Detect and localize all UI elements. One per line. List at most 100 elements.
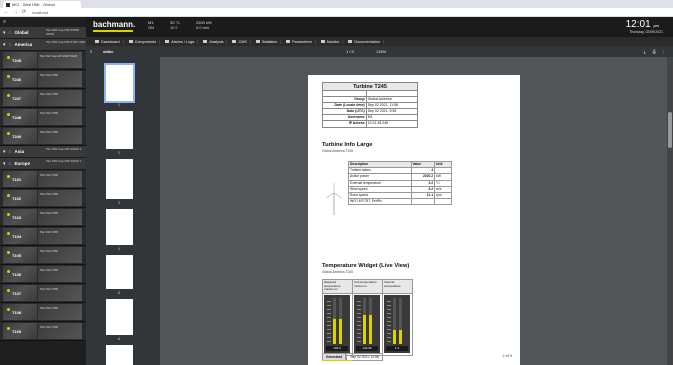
header-stat: M1 ON: [148, 20, 154, 30]
status-dot: [7, 289, 10, 292]
turbine-label: T101: [12, 177, 22, 182]
gauge-value: 145.0: [326, 346, 348, 351]
app-header: bachmann. M1 ON 30 °C 10 ◊ 2500 kW 0.0 m/s …: [86, 17, 673, 37]
menu-item[interactable]: Analysis: [200, 39, 228, 44]
turbine-label: T106: [12, 272, 22, 277]
group-icon: ◌: [8, 41, 12, 48]
thumbnail-page[interactable]: [104, 63, 135, 103]
turbine-item[interactable]: T106 Pwr kW 1768: [0, 265, 86, 284]
menu-item[interactable]: Dashboard: [92, 39, 124, 44]
turbine-tile: T104: [3, 228, 37, 244]
turbine-values: Pwr kW 1768: [38, 128, 82, 144]
status-dot: [7, 132, 10, 135]
scrollbar-thumb[interactable]: [668, 112, 672, 148]
turbine-item[interactable]: T103 Pwr kW 1768: [0, 208, 86, 227]
status-dot: [7, 56, 10, 59]
menu-item[interactable]: Statistics: [253, 39, 282, 44]
gauge-fill: [333, 318, 336, 344]
group-header[interactable]: ▾ ◌ America Pwr MW Cap MW 5795 1038: [0, 39, 86, 51]
turbine-tile: T103: [3, 209, 37, 225]
menu-icon: [203, 40, 208, 43]
turbine-item[interactable]: T101 Pwr kW 1768: [0, 170, 86, 189]
turbine-values: Pwr kW Cap kW 2020 5128: [38, 52, 82, 68]
clock: 12:01 pm: [625, 19, 659, 30]
menu-icon[interactable]: ≡: [90, 49, 92, 54]
group-header[interactable]: ▾ ◌ Europe Pwr MW Cap MW 30916 1: [0, 158, 86, 170]
group-name: Europe: [14, 161, 31, 166]
turbine-item[interactable]: T109 Pwr kW 1768: [0, 322, 86, 341]
pdf-zoom[interactable]: 134%: [376, 49, 386, 54]
turbine-label: T247: [12, 96, 22, 101]
turbine-values: Pwr kW 1768: [38, 266, 82, 282]
turbine-tile: T107: [3, 285, 37, 301]
group-header[interactable]: ▾ ◌ Asia Pwr MW Cap MW 20910 1: [0, 146, 86, 158]
turbine-tile: T105: [3, 247, 37, 263]
gauge-column: [399, 298, 402, 344]
thumbnail-number: 2: [118, 151, 120, 155]
date: Thursday, 02/09/2021: [629, 30, 663, 34]
turbine-item[interactable]: T102 Pwr kW 1768: [0, 189, 86, 208]
thumbnail-number: 3: [118, 201, 120, 205]
thumbnail-page[interactable]: [106, 255, 133, 289]
pdf-thumbnails: 1 2 3 4 5 6: [86, 57, 160, 365]
turbine-values: Pwr kW 1768: [38, 285, 82, 301]
menu-icon: [165, 40, 170, 43]
browser-tab[interactable]: MCI - Web HMI - Global: [3, 1, 81, 8]
menu-icon: [128, 40, 133, 43]
turbine-item[interactable]: T107 Pwr kW 1768: [0, 284, 86, 303]
turbine-item[interactable]: T104 Pwr kW 1768: [0, 227, 86, 246]
thumbnail-page[interactable]: [106, 209, 133, 245]
gauge-cell: 145.0: [322, 293, 353, 356]
column-header: Weighed temperature maximum: [322, 279, 353, 294]
turbine-label: T248: [12, 115, 22, 120]
logo: bachmann.: [93, 20, 136, 29]
page-counter: 2 of 9: [502, 354, 513, 358]
turbine-item[interactable]: T108 Pwr kW 1768: [0, 303, 86, 322]
turbine-label: T109: [12, 329, 22, 334]
turbine-label: T104: [12, 234, 22, 239]
favicon-icon: [6, 2, 10, 7]
thumbnail-page[interactable]: [106, 299, 133, 335]
turbine-item[interactable]: T246 Pwr kW 1768: [0, 70, 86, 89]
thumbnail-page[interactable]: [106, 345, 133, 365]
pdf-actions[interactable]: ⤓ ⎙ ⋮: [644, 49, 667, 54]
scrollbar[interactable]: [667, 57, 673, 365]
turbine-item[interactable]: T248 Pwr kW 1768: [0, 108, 86, 127]
gauge-fill: [393, 330, 396, 344]
turbine-item[interactable]: T105 Pwr kW 1768: [0, 246, 86, 265]
status-dot: [7, 308, 10, 311]
turbine-item[interactable]: T249 Pwr kW 1768: [0, 127, 86, 146]
group-stats: Pwr MW Cap MW 50958 34056: [46, 28, 80, 36]
status-dot: [7, 194, 10, 197]
group-header[interactable]: ▾ ◌ Global Pwr MW Cap MW 50958 34056: [0, 27, 86, 39]
reload-icon[interactable]: ⟳: [22, 9, 26, 15]
search-icon[interactable]: ⌕: [0, 17, 86, 27]
address-bar[interactable]: localhost: [32, 10, 48, 15]
menu-item[interactable]: Documentation: [345, 39, 384, 44]
pdf-page-indicator[interactable]: 1 / 9: [346, 49, 354, 54]
thumbnail-page[interactable]: [106, 111, 133, 149]
turbine-label: T103: [12, 215, 22, 220]
turbine-label: T107: [12, 291, 22, 296]
menu-item[interactable]: Components: [126, 39, 161, 44]
group-icon: ◌: [8, 148, 12, 155]
chevron-down-icon: ▾: [3, 160, 6, 167]
menu-item[interactable]: Alarms / Logs: [162, 39, 199, 44]
gauge-column: [363, 298, 366, 344]
section-heading: Temperature Widget (Live View): [322, 263, 410, 269]
turbine-values: Pwr kW 1768: [38, 323, 82, 339]
menu-icon: [232, 40, 237, 43]
thumbnail-page[interactable]: [106, 159, 133, 199]
turbine-item[interactable]: T247 Pwr kW 1768: [0, 89, 86, 108]
status-dot: [7, 94, 10, 97]
turbine-tile: T102: [3, 190, 37, 206]
group-stats: Pwr MW Cap MW 30916 1: [46, 159, 82, 163]
menu-icon: [255, 40, 260, 43]
forward-icon[interactable]: →: [13, 9, 18, 15]
menu-item[interactable]: Parameters: [283, 39, 316, 44]
temperature-gauge: 145.0: [324, 295, 350, 353]
menu-item[interactable]: Monitor: [318, 39, 344, 44]
turbine-item[interactable]: T245 Pwr kW Cap kW 2020 5128: [0, 51, 86, 70]
back-icon[interactable]: ←: [4, 9, 9, 15]
menu-item[interactable]: CMS: [229, 39, 251, 44]
